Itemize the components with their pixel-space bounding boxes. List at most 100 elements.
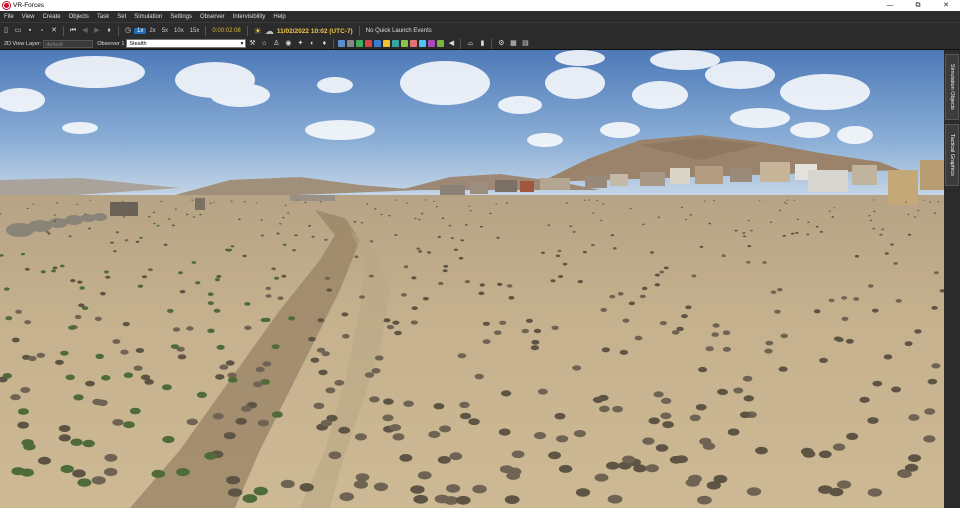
menu-task[interactable]: Task: [93, 14, 113, 20]
shrub: [890, 243, 894, 246]
minimize-button[interactable]: —: [876, 0, 904, 11]
shrub: [171, 224, 175, 227]
friendly-icon[interactable]: [374, 40, 382, 47]
map-view-icon[interactable]: [338, 40, 346, 47]
grid-view-icon[interactable]: ▦: [509, 40, 517, 48]
shrub: [152, 222, 156, 225]
shrub: [815, 225, 819, 228]
weather-cloud-icon[interactable]: ☁: [265, 26, 274, 37]
shrub: [129, 407, 141, 415]
line-of-sight-icon[interactable]: [401, 40, 409, 47]
lock-icon[interactable]: ⌂: [260, 40, 268, 48]
shrub: [21, 439, 34, 447]
shrub: [584, 199, 586, 201]
pause-icon[interactable]: ⏸: [105, 27, 113, 35]
area-icon[interactable]: ◐: [308, 40, 316, 48]
side-panel: Simulation Objects Tactical Graphics: [944, 50, 960, 508]
menu-simulation[interactable]: Simulation: [130, 14, 166, 20]
speed-15x-button[interactable]: 15x: [187, 28, 203, 34]
open-folder-icon[interactable]: ▭: [14, 27, 22, 35]
shrub: [609, 294, 616, 299]
chevron-down-icon: ▾: [240, 41, 244, 47]
menu-observer[interactable]: Observer: [196, 14, 229, 20]
speed-5x-button[interactable]: 5x: [159, 28, 171, 34]
menu-create[interactable]: Create: [39, 14, 65, 20]
shrub: [746, 261, 751, 264]
step-back-icon[interactable]: ◀: [81, 27, 89, 35]
sensor-icon[interactable]: [419, 40, 427, 47]
quick-launch-events[interactable]: No Quick Launch Events: [366, 28, 432, 34]
effects-icon[interactable]: [428, 40, 436, 47]
speed-1x-button[interactable]: 1x: [134, 28, 147, 34]
shrub: [55, 359, 64, 365]
shrub: [607, 494, 623, 504]
shrub: [416, 247, 421, 250]
new-file-icon[interactable]: ▯: [2, 27, 10, 35]
sun-icon[interactable]: ☀: [254, 26, 262, 37]
shrub: [160, 200, 163, 202]
layer-icon[interactable]: [437, 40, 445, 47]
measure-icon[interactable]: [392, 40, 400, 47]
waypoint-icon[interactable]: ◉: [284, 40, 292, 48]
shrub: [495, 203, 498, 205]
shrub: [5, 316, 13, 321]
menu-intervisibility[interactable]: Intervisibility: [229, 14, 270, 20]
shrub: [70, 279, 76, 283]
close-scenario-icon[interactable]: ✕: [50, 27, 58, 35]
save-as-icon[interactable]: ▫: [38, 27, 46, 35]
maximize-button[interactable]: ⧉: [904, 0, 932, 11]
shrub: [60, 465, 74, 473]
play-icon[interactable]: ▶: [93, 27, 101, 35]
shrub: [602, 203, 605, 205]
menu-file[interactable]: File: [0, 14, 18, 20]
terrain-icon[interactable]: [356, 40, 364, 47]
shrub: [134, 211, 137, 213]
menu-set[interactable]: Set: [113, 14, 130, 20]
message-icon[interactable]: ▤: [521, 40, 529, 48]
fire-icon[interactable]: [410, 40, 418, 47]
shrub: [884, 252, 889, 255]
shrub: [828, 298, 835, 303]
tab-tactical-graphics[interactable]: Tactical Graphics: [945, 124, 959, 186]
save-icon[interactable]: ▪: [26, 27, 34, 35]
overlay-icon[interactable]: ♦: [320, 40, 328, 48]
menu-settings[interactable]: Settings: [166, 14, 196, 20]
shrub: [695, 404, 707, 411]
grid-icon[interactable]: [347, 40, 355, 47]
view-layer-label: 2D View Layer:: [4, 40, 42, 47]
tab-simulation-objects[interactable]: Simulation Objects: [945, 54, 959, 120]
shrub: [124, 239, 129, 242]
shrub: [746, 487, 762, 496]
book-icon[interactable]: ▮: [478, 40, 486, 48]
view-layer-field[interactable]: default: [43, 39, 94, 48]
observer-mode-select[interactable]: Stealth ▾: [126, 39, 247, 48]
shrub: [380, 213, 383, 216]
terrain-scene[interactable]: [0, 50, 944, 508]
menu-objects[interactable]: Objects: [65, 14, 93, 20]
speed-10x-button[interactable]: 10x: [171, 28, 187, 34]
rewind-icon[interactable]: ⏮: [69, 27, 77, 35]
scenario-date-time[interactable]: 11/02/2022 10:02 (UTC-7): [277, 28, 353, 35]
shrub: [17, 421, 30, 429]
shrub: [199, 202, 202, 204]
audio-icon[interactable]: ◀: [447, 40, 455, 48]
3d-viewport[interactable]: [0, 50, 944, 508]
shrub: [219, 364, 229, 370]
neutral-icon[interactable]: [383, 40, 391, 47]
compass-icon[interactable]: ⌓: [466, 40, 474, 48]
clock-icon: ◷: [124, 27, 132, 34]
shrub: [60, 264, 65, 268]
menu-view[interactable]: View: [18, 14, 39, 20]
shrub: [708, 222, 712, 225]
speed-2x-button[interactable]: 2x: [146, 28, 158, 34]
tools-icon[interactable]: ⚒: [248, 40, 256, 48]
shrub: [537, 388, 548, 395]
shrub: [399, 454, 413, 462]
hostile-icon[interactable]: [365, 40, 373, 47]
shrub: [917, 209, 920, 212]
settings-gear-icon[interactable]: ⚙: [497, 40, 505, 48]
close-button[interactable]: ✕: [932, 0, 960, 11]
route-icon[interactable]: ✦: [296, 40, 304, 48]
menu-help[interactable]: Help: [269, 14, 289, 20]
person-icon[interactable]: ♙: [272, 40, 280, 48]
